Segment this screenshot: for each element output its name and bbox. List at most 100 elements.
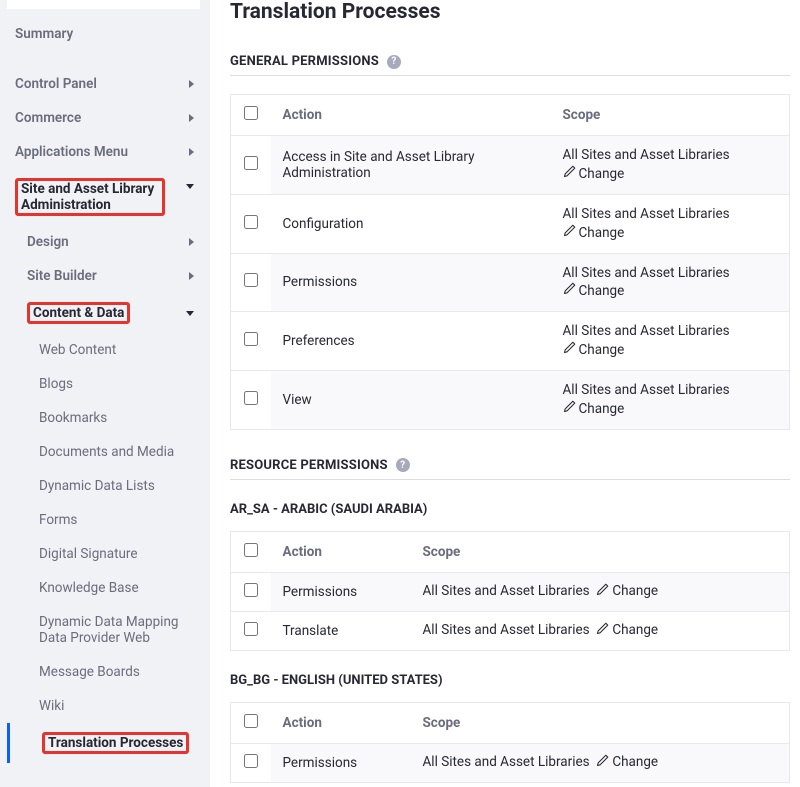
nav-item-blogs[interactable]: Blogs	[7, 367, 200, 401]
nav-label-highlighted: Site and Asset Library Administration	[15, 178, 165, 216]
pencil-icon	[563, 341, 576, 354]
nav-item-message-boards[interactable]: Message Boards	[7, 655, 200, 689]
nav-label: Bookmarks	[39, 410, 107, 426]
general-permissions-table: Action Scope Access in Site and Asset Li…	[230, 94, 790, 430]
change-link[interactable]: Change	[612, 584, 658, 600]
row-check-cell	[231, 371, 271, 430]
select-all-checkbox[interactable]	[244, 714, 258, 728]
action-cell: Translate	[271, 611, 411, 650]
change-link[interactable]: Change	[579, 401, 625, 417]
select-all-checkbox[interactable]	[244, 543, 258, 557]
permission-row: PermissionsAll Sites and Asset Libraries…	[231, 572, 790, 611]
help-icon[interactable]: ?	[387, 55, 401, 69]
row-checkbox[interactable]	[244, 156, 258, 170]
permission-row: ViewAll Sites and Asset LibrariesChange	[231, 371, 790, 430]
heading-text: RESOURCE PERMISSIONS	[230, 458, 388, 473]
nav-applications-menu[interactable]: Applications Menu	[7, 135, 200, 169]
nav-design[interactable]: Design	[7, 225, 200, 259]
nav-item-ddm-data-provider[interactable]: Dynamic Data Mapping Data Provider Web	[7, 605, 200, 655]
page-title: Translation Processes	[230, 0, 790, 24]
chevron-down-icon	[186, 184, 194, 189]
row-checkbox[interactable]	[244, 273, 258, 287]
pencil-icon	[563, 282, 576, 295]
scope-text: All Sites and Asset Libraries	[563, 322, 778, 341]
action-cell: Access in Site and Asset Library Adminis…	[271, 136, 551, 195]
row-check-cell	[231, 136, 271, 195]
chevron-right-icon	[189, 148, 194, 156]
help-icon[interactable]: ?	[396, 458, 410, 472]
nav-item-dynamic-data-lists[interactable]: Dynamic Data Lists	[7, 469, 200, 503]
nav-label: Web Content	[39, 342, 116, 358]
nav-item-knowledge-base[interactable]: Knowledge Base	[7, 571, 200, 605]
nav-item-web-content[interactable]: Web Content	[7, 333, 200, 367]
select-all-cell	[231, 702, 271, 743]
pencil-icon	[563, 224, 576, 237]
select-all-cell	[231, 95, 271, 136]
nav-control-panel[interactable]: Control Panel	[7, 67, 200, 101]
resource-permissions-table: ActionScopePermissionsAll Sites and Asse…	[230, 702, 790, 783]
nav-label: Forms	[39, 512, 77, 528]
nav-summary[interactable]: Summary	[7, 17, 200, 51]
pencil-icon	[563, 165, 576, 178]
scope-cell: All Sites and Asset LibrariesChange	[551, 312, 790, 371]
row-checkbox[interactable]	[244, 215, 258, 229]
nav-item-bookmarks[interactable]: Bookmarks	[7, 401, 200, 435]
nav-site-builder[interactable]: Site Builder	[7, 259, 200, 293]
nav-item-digital-signature[interactable]: Digital Signature	[7, 537, 200, 571]
scope-text: All Sites and Asset Libraries	[563, 205, 778, 224]
scope-text: All Sites and Asset Libraries	[423, 623, 590, 639]
row-checkbox[interactable]	[244, 622, 258, 636]
nav-site-asset-admin[interactable]: Site and Asset Library Administration	[7, 169, 200, 225]
row-check-cell	[231, 194, 271, 253]
chevron-right-icon	[189, 238, 194, 246]
nav-label: Site Builder	[27, 268, 97, 284]
nav-label: Dynamic Data Lists	[39, 478, 155, 494]
resource-group-heading: AR_SA - ARABIC (SAUDI ARABIA)	[230, 502, 790, 517]
nav-label: Documents and Media	[39, 444, 174, 460]
action-cell: Configuration	[271, 194, 551, 253]
general-permissions-heading: GENERAL PERMISSIONS ?	[230, 54, 790, 76]
change-link[interactable]: Change	[579, 225, 625, 241]
nav-item-documents-media[interactable]: Documents and Media	[7, 435, 200, 469]
scope-cell: All Sites and Asset Libraries Change	[411, 611, 790, 650]
pencil-icon	[563, 400, 576, 413]
change-link[interactable]: Change	[579, 166, 625, 182]
row-checkbox[interactable]	[244, 391, 258, 405]
nav-item-translation-processes[interactable]: Translation Processes	[7, 723, 200, 763]
scope-text: All Sites and Asset Libraries	[563, 146, 778, 165]
nav-commerce[interactable]: Commerce	[7, 101, 200, 135]
nav-item-wiki[interactable]: Wiki	[7, 689, 200, 723]
col-action: Action	[271, 531, 411, 572]
scope-cell: All Sites and Asset LibrariesChange	[551, 194, 790, 253]
chevron-right-icon	[189, 272, 194, 280]
change-link[interactable]: Change	[612, 755, 658, 771]
action-cell: Permissions	[271, 572, 411, 611]
scope-cell: All Sites and Asset Libraries Change	[411, 743, 790, 782]
nav-label: Digital Signature	[39, 546, 138, 562]
row-checkbox[interactable]	[244, 754, 258, 768]
change-link[interactable]: Change	[612, 623, 658, 639]
scope-text: All Sites and Asset Libraries	[423, 755, 590, 771]
nav-label-highlighted: Translation Processes	[42, 732, 189, 754]
row-check-cell	[231, 572, 271, 611]
nav-label: Commerce	[15, 110, 81, 126]
change-link[interactable]: Change	[579, 342, 625, 358]
sidebar-header-blank	[7, 0, 200, 9]
row-check-cell	[231, 312, 271, 371]
pencil-icon	[596, 583, 609, 596]
row-checkbox[interactable]	[244, 583, 258, 597]
scope-cell: All Sites and Asset LibrariesChange	[551, 253, 790, 312]
nav-label: Control Panel	[15, 76, 97, 92]
chevron-right-icon	[189, 80, 194, 88]
nav-label: Summary	[15, 26, 73, 42]
nav-item-forms[interactable]: Forms	[7, 503, 200, 537]
row-checkbox[interactable]	[244, 332, 258, 346]
action-cell: View	[271, 371, 551, 430]
heading-text: GENERAL PERMISSIONS	[230, 54, 379, 69]
change-link[interactable]: Change	[579, 284, 625, 300]
scope-cell: All Sites and Asset Libraries Change	[411, 572, 790, 611]
nav-label: Dynamic Data Mapping Data Provider Web	[39, 614, 194, 646]
select-all-checkbox[interactable]	[244, 106, 258, 120]
nav-content-data[interactable]: Content & Data	[7, 293, 200, 333]
nav-label-highlighted: Content & Data	[27, 302, 130, 324]
